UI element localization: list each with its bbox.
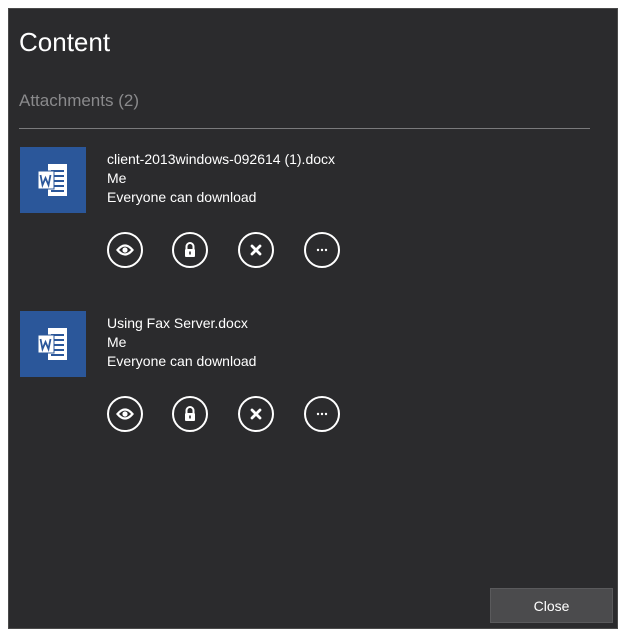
lock-button[interactable] — [172, 232, 208, 268]
eye-icon — [116, 408, 134, 420]
attachment-permission: Everyone can download — [107, 353, 257, 369]
attachment-filename: client-2013windows-092614 (1).docx — [107, 151, 336, 167]
view-button[interactable] — [107, 232, 143, 268]
close-icon — [250, 408, 262, 420]
attachment-filename: Using Fax Server.docx — [107, 315, 248, 331]
view-button[interactable] — [107, 396, 143, 432]
more-icon — [316, 412, 328, 416]
divider — [19, 128, 590, 129]
close-icon — [250, 244, 262, 256]
lock-icon — [185, 406, 195, 421]
lock-button[interactable] — [172, 396, 208, 432]
content-dialog: Content Attachments (2) client-2013windo… — [8, 8, 618, 629]
more-button[interactable] — [304, 232, 340, 268]
word-document-icon — [20, 147, 86, 213]
attachment-meta: Using Fax Server.docx Me Everyone can do… — [107, 314, 256, 371]
attachment-meta: client-2013windows-092614 (1).docx Me Ev… — [107, 150, 335, 207]
more-button[interactable] — [304, 396, 340, 432]
remove-button[interactable] — [238, 232, 274, 268]
word-document-icon — [20, 311, 86, 377]
attachment-permission: Everyone can download — [107, 189, 257, 205]
attachment-owner: Me — [107, 170, 127, 186]
lock-icon — [185, 242, 195, 257]
remove-button[interactable] — [238, 396, 274, 432]
eye-icon — [116, 244, 134, 256]
attachment-item: Using Fax Server.docx Me Everyone can do… — [20, 311, 580, 451]
attachment-item: client-2013windows-092614 (1).docx Me Ev… — [20, 147, 580, 287]
more-icon — [316, 248, 328, 252]
dialog-title: Content — [19, 27, 111, 57]
close-button[interactable]: Close — [490, 588, 613, 623]
attachments-heading: Attachments (2) — [19, 91, 139, 110]
attachment-owner: Me — [107, 334, 127, 350]
